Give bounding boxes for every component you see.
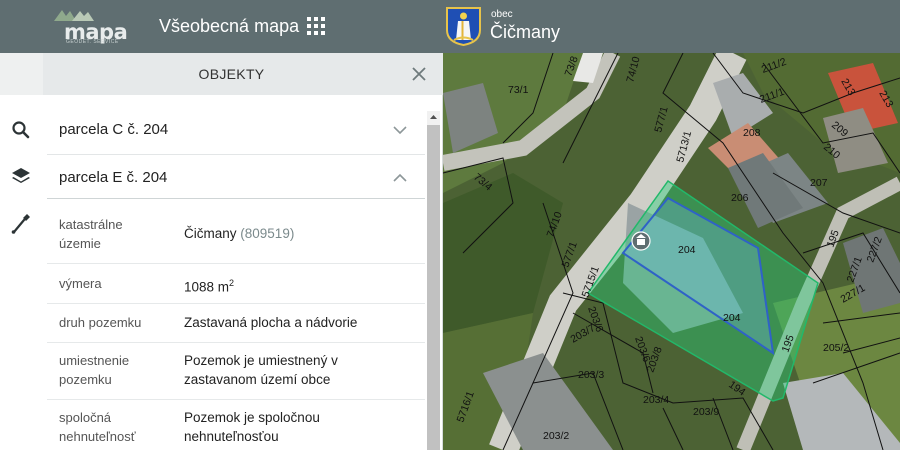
property-key: umiestnenie [59,353,130,368]
property-key: druh pozemku [59,315,142,330]
app-header: mapa GEODET. SERVICE Všeobecná mapa obec… [0,0,900,53]
property-key: územie [59,236,101,251]
tool-rail [0,53,43,450]
property-row: umiestnenie pozemku Pozemok je umiestnen… [47,342,425,399]
property-row: výmera 1088 m2 [47,263,425,303]
map-label: 203/4 [643,394,669,406]
property-value: Zastavaná plocha a nádvorie [184,315,358,330]
municipality-type-label: obec [491,9,513,20]
map-label: 203/2 [543,430,569,442]
map-label: 208 [743,127,761,139]
scrollbar-thumb[interactable] [427,125,440,450]
measure-icon[interactable] [8,211,34,237]
panel-title: OBJEKTY [198,66,265,82]
property-row: druh pozemku Zastavaná plocha a nádvorie [47,303,425,342]
accordion-parcela-c[interactable]: parcela C č. 204 [43,107,425,155]
panel-header: OBJEKTY [43,53,443,95]
cadastral-area-code: (809519) [240,226,295,241]
property-key: výmera [59,276,102,291]
mapa-logo[interactable]: mapa GEODET. SERVICE [52,8,128,46]
cadastral-area-name: Čičmany [184,226,237,241]
accordion-label: parcela E č. 204 [59,169,168,186]
layers-icon[interactable] [8,163,34,189]
property-value: Pozemok je umiestnený v [184,353,338,368]
map-label: 203/9 [693,406,719,418]
map-label: 207 [810,177,828,189]
rail-top-spacer [0,53,43,95]
accordion-parcela-e[interactable]: parcela E č. 204 [43,155,425,203]
map-view[interactable]: 73/8 74/10 211/2 213 213 73/1 577/1 5713… [443,53,900,450]
property-key: pozemku [59,372,112,387]
property-row: katastrálne územie Čičmany (809519) [47,208,425,263]
divider [47,198,425,199]
municipality-name[interactable]: Čičmany [490,22,560,43]
property-value: 1088 m2 [184,274,234,297]
property-value: zastavanom území obce [184,372,331,387]
property-key: katastrálne [59,217,123,232]
area-value: 1088 m [184,279,230,295]
map-label: 204 [678,244,696,256]
map-label: 203/3 [578,369,604,381]
search-icon[interactable] [8,117,34,143]
property-key: nehnuteľnosť [59,429,136,444]
property-value: nehnuteľnosťou [184,429,279,444]
map-label: 204 [723,312,741,324]
chevron-down-icon [393,126,407,135]
municipality-crest-icon [446,7,481,46]
property-value: Čičmany (809519) [184,224,294,243]
map-label: 206 [731,192,749,204]
logo-subtext: GEODET. SERVICE [66,39,119,45]
area-unit-exponent: 2 [229,278,235,288]
property-key: spoločná [59,410,112,425]
objects-panel: OBJEKTY parcela C č. 204 parcela E č. 20… [43,53,443,450]
map-label: 73/1 [508,84,529,96]
property-value: Pozemok je spoločnou [184,410,320,425]
property-row: spoločná nehnuteľnosť Pozemok je spoločn… [47,399,425,450]
scroll-up-icon[interactable] [427,111,440,124]
app-title: Všeobecná mapa [159,16,300,36]
map-label: 205/2 [823,342,849,354]
close-icon[interactable] [409,64,429,84]
map-canvas[interactable]: 73/8 74/10 211/2 213 213 73/1 577/1 5713… [443,53,900,450]
chevron-up-icon [393,173,407,182]
apps-grid-icon[interactable] [307,17,325,35]
accordion-label: parcela C č. 204 [59,121,169,138]
